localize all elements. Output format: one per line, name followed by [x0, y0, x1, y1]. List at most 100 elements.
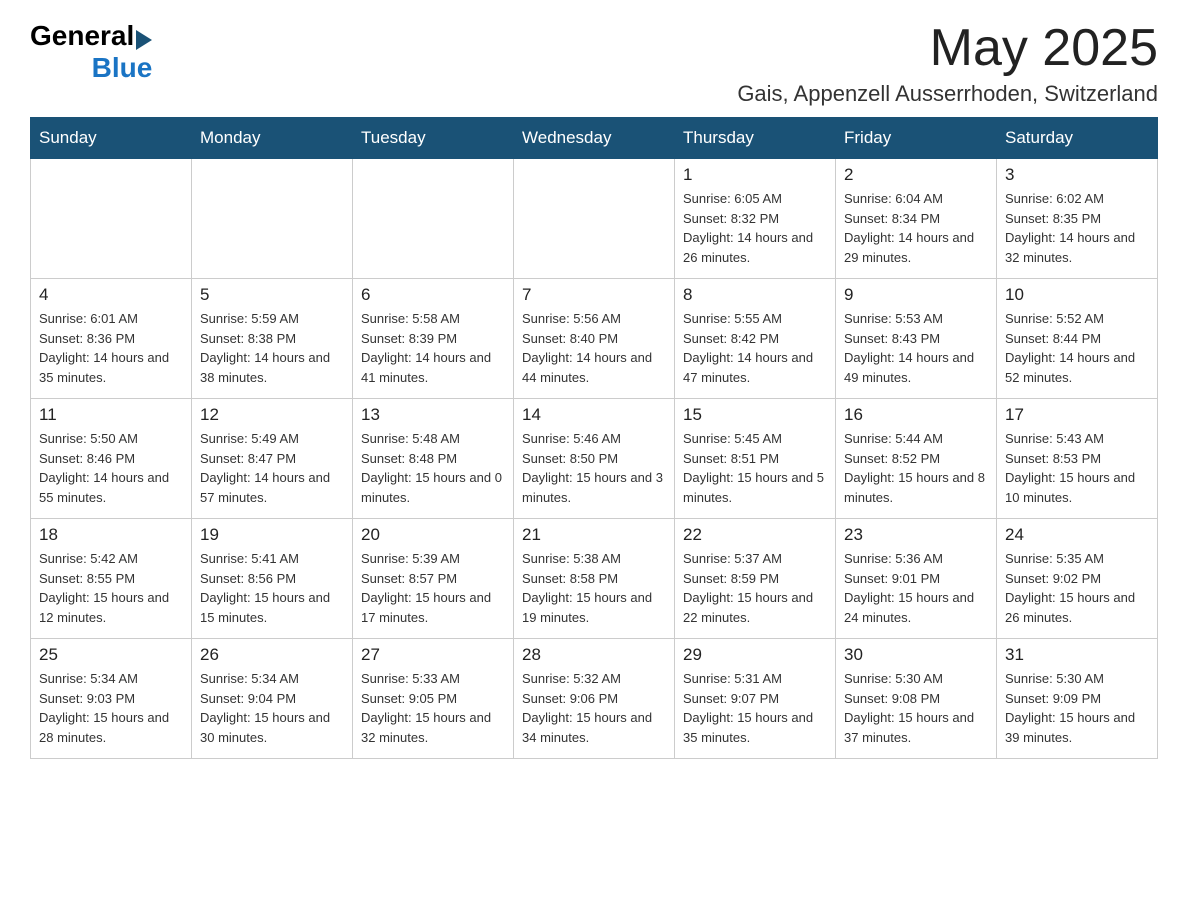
calendar-day-cell: 20Sunrise: 5:39 AM Sunset: 8:57 PM Dayli…: [353, 519, 514, 639]
day-info: Sunrise: 5:38 AM Sunset: 8:58 PM Dayligh…: [522, 549, 666, 627]
calendar-day-cell: 1 Sunrise: 6:05 AM Sunset: 8:32 PM Daylig…: [675, 159, 836, 279]
day-info: Sunrise: 5:44 AM Sunset: 8:52 PM Dayligh…: [844, 429, 988, 507]
calendar-day-cell: 6 Sunrise: 5:58 AM Sunset: 8:39 PM Daylig…: [353, 279, 514, 399]
calendar-day-cell: 23 Sunrise: 5:36 AM Sunset: 9:01 PM Dayli…: [836, 519, 997, 639]
day-number: 21: [522, 525, 666, 545]
logo: General Blue: [30, 20, 152, 84]
calendar-day-cell: 31 Sunrise: 5:30 AM Sunset: 9:09 PM Dayli…: [997, 639, 1158, 759]
day-number: 10: [1005, 285, 1149, 305]
calendar-day-cell: 3Sunrise: 6:02 AM Sunset: 8:35 PM Daylig…: [997, 159, 1158, 279]
day-info: Sunrise: 5:34 AM Sunset: 9:04 PM Dayligh…: [200, 669, 344, 747]
calendar-day-cell: 24 Sunrise: 5:35 AM Sunset: 9:02 PM Dayli…: [997, 519, 1158, 639]
calendar-day-cell: 11 Sunrise: 5:50 AM Sunset: 8:46 PM Dayli…: [31, 399, 192, 519]
calendar-day-cell: 7 Sunrise: 5:56 AM Sunset: 8:40 PM Daylig…: [514, 279, 675, 399]
day-info: Sunrise: 5:53 AM Sunset: 8:43 PM Dayligh…: [844, 309, 988, 387]
calendar-week-row: 4 Sunrise: 6:01 AM Sunset: 8:36 PM Daylig…: [31, 279, 1158, 399]
day-info: Sunrise: 5:34 AM Sunset: 9:03 PM Dayligh…: [39, 669, 183, 747]
month-title: May 2025: [737, 20, 1158, 77]
calendar-day-cell: [353, 159, 514, 279]
day-info: Sunrise: 5:30 AM Sunset: 9:09 PM Dayligh…: [1005, 669, 1149, 747]
day-number: 8: [683, 285, 827, 305]
day-number: 15: [683, 405, 827, 425]
day-info: Sunrise: 5:39 AM Sunset: 8:57 PM Dayligh…: [361, 549, 505, 627]
calendar-week-row: 18 Sunrise: 5:42 AM Sunset: 8:55 PM Dayli…: [31, 519, 1158, 639]
calendar-table: SundayMondayTuesdayWednesdayThursdayFrid…: [30, 117, 1158, 759]
location-title: Gais, Appenzell Ausserrhoden, Switzerlan…: [737, 81, 1158, 107]
day-info: Sunrise: 5:58 AM Sunset: 8:39 PM Dayligh…: [361, 309, 505, 387]
day-info: Sunrise: 5:41 AM Sunset: 8:56 PM Dayligh…: [200, 549, 344, 627]
calendar-day-header: Tuesday: [353, 118, 514, 159]
day-info: Sunrise: 5:50 AM Sunset: 8:46 PM Dayligh…: [39, 429, 183, 507]
day-number: 9: [844, 285, 988, 305]
day-number: 5: [200, 285, 344, 305]
day-info: Sunrise: 5:55 AM Sunset: 8:42 PM Dayligh…: [683, 309, 827, 387]
calendar-day-cell: 5Sunrise: 5:59 AM Sunset: 8:38 PM Daylig…: [192, 279, 353, 399]
day-number: 26: [200, 645, 344, 665]
day-info: Sunrise: 5:32 AM Sunset: 9:06 PM Dayligh…: [522, 669, 666, 747]
calendar-day-cell: 30 Sunrise: 5:30 AM Sunset: 9:08 PM Dayli…: [836, 639, 997, 759]
calendar-day-header: Saturday: [997, 118, 1158, 159]
day-info: Sunrise: 5:36 AM Sunset: 9:01 PM Dayligh…: [844, 549, 988, 627]
calendar-day-header: Thursday: [675, 118, 836, 159]
day-number: 1: [683, 165, 827, 185]
calendar-day-cell: [514, 159, 675, 279]
day-number: 7: [522, 285, 666, 305]
day-info: Sunrise: 5:56 AM Sunset: 8:40 PM Dayligh…: [522, 309, 666, 387]
day-number: 11: [39, 405, 183, 425]
day-info: Sunrise: 5:48 AM Sunset: 8:48 PM Dayligh…: [361, 429, 505, 507]
day-number: 13: [361, 405, 505, 425]
calendar-day-cell: 18 Sunrise: 5:42 AM Sunset: 8:55 PM Dayli…: [31, 519, 192, 639]
calendar-day-cell: 2 Sunrise: 6:04 AM Sunset: 8:34 PM Daylig…: [836, 159, 997, 279]
day-number: 29: [683, 645, 827, 665]
day-info: Sunrise: 5:35 AM Sunset: 9:02 PM Dayligh…: [1005, 549, 1149, 627]
day-number: 4: [39, 285, 183, 305]
calendar-day-cell: 12Sunrise: 5:49 AM Sunset: 8:47 PM Dayli…: [192, 399, 353, 519]
day-info: Sunrise: 5:33 AM Sunset: 9:05 PM Dayligh…: [361, 669, 505, 747]
calendar-week-row: 25 Sunrise: 5:34 AM Sunset: 9:03 PM Dayli…: [31, 639, 1158, 759]
day-number: 18: [39, 525, 183, 545]
calendar-day-cell: 9 Sunrise: 5:53 AM Sunset: 8:43 PM Daylig…: [836, 279, 997, 399]
calendar-day-header: Wednesday: [514, 118, 675, 159]
calendar-day-header: Monday: [192, 118, 353, 159]
day-number: 14: [522, 405, 666, 425]
day-info: Sunrise: 6:01 AM Sunset: 8:36 PM Dayligh…: [39, 309, 183, 387]
day-info: Sunrise: 6:04 AM Sunset: 8:34 PM Dayligh…: [844, 189, 988, 267]
day-number: 25: [39, 645, 183, 665]
day-info: Sunrise: 5:42 AM Sunset: 8:55 PM Dayligh…: [39, 549, 183, 627]
calendar-day-cell: 21 Sunrise: 5:38 AM Sunset: 8:58 PM Dayli…: [514, 519, 675, 639]
day-info: Sunrise: 5:37 AM Sunset: 8:59 PM Dayligh…: [683, 549, 827, 627]
title-block: May 2025 Gais, Appenzell Ausserrhoden, S…: [737, 20, 1158, 107]
day-number: 24: [1005, 525, 1149, 545]
calendar-day-cell: 14 Sunrise: 5:46 AM Sunset: 8:50 PM Dayli…: [514, 399, 675, 519]
calendar-day-cell: 8 Sunrise: 5:55 AM Sunset: 8:42 PM Daylig…: [675, 279, 836, 399]
day-number: 30: [844, 645, 988, 665]
calendar-week-row: 11 Sunrise: 5:50 AM Sunset: 8:46 PM Dayli…: [31, 399, 1158, 519]
calendar-day-cell: 15 Sunrise: 5:45 AM Sunset: 8:51 PM Dayli…: [675, 399, 836, 519]
calendar-day-cell: 28Sunrise: 5:32 AM Sunset: 9:06 PM Dayli…: [514, 639, 675, 759]
calendar-day-cell: 27 Sunrise: 5:33 AM Sunset: 9:05 PM Dayli…: [353, 639, 514, 759]
logo-blue-text: Blue: [92, 52, 153, 84]
day-info: Sunrise: 5:46 AM Sunset: 8:50 PM Dayligh…: [522, 429, 666, 507]
day-number: 3: [1005, 165, 1149, 185]
day-number: 2: [844, 165, 988, 185]
day-number: 19: [200, 525, 344, 545]
calendar-day-cell: [31, 159, 192, 279]
calendar-day-cell: [192, 159, 353, 279]
day-number: 23: [844, 525, 988, 545]
day-info: Sunrise: 5:45 AM Sunset: 8:51 PM Dayligh…: [683, 429, 827, 507]
day-info: Sunrise: 6:05 AM Sunset: 8:32 PM Dayligh…: [683, 189, 827, 267]
day-number: 12: [200, 405, 344, 425]
calendar-day-cell: 19 Sunrise: 5:41 AM Sunset: 8:56 PM Dayli…: [192, 519, 353, 639]
day-number: 6: [361, 285, 505, 305]
calendar-day-cell: 29 Sunrise: 5:31 AM Sunset: 9:07 PM Dayli…: [675, 639, 836, 759]
calendar-day-cell: 4 Sunrise: 6:01 AM Sunset: 8:36 PM Daylig…: [31, 279, 192, 399]
day-number: 22: [683, 525, 827, 545]
calendar-day-cell: 26 Sunrise: 5:34 AM Sunset: 9:04 PM Dayli…: [192, 639, 353, 759]
day-number: 27: [361, 645, 505, 665]
day-info: Sunrise: 5:31 AM Sunset: 9:07 PM Dayligh…: [683, 669, 827, 747]
day-number: 31: [1005, 645, 1149, 665]
calendar-day-cell: 13 Sunrise: 5:48 AM Sunset: 8:48 PM Dayli…: [353, 399, 514, 519]
page-header: General Blue May 2025 Gais, Appenzell Au…: [30, 20, 1158, 107]
day-info: Sunrise: 5:30 AM Sunset: 9:08 PM Dayligh…: [844, 669, 988, 747]
calendar-day-header: Sunday: [31, 118, 192, 159]
